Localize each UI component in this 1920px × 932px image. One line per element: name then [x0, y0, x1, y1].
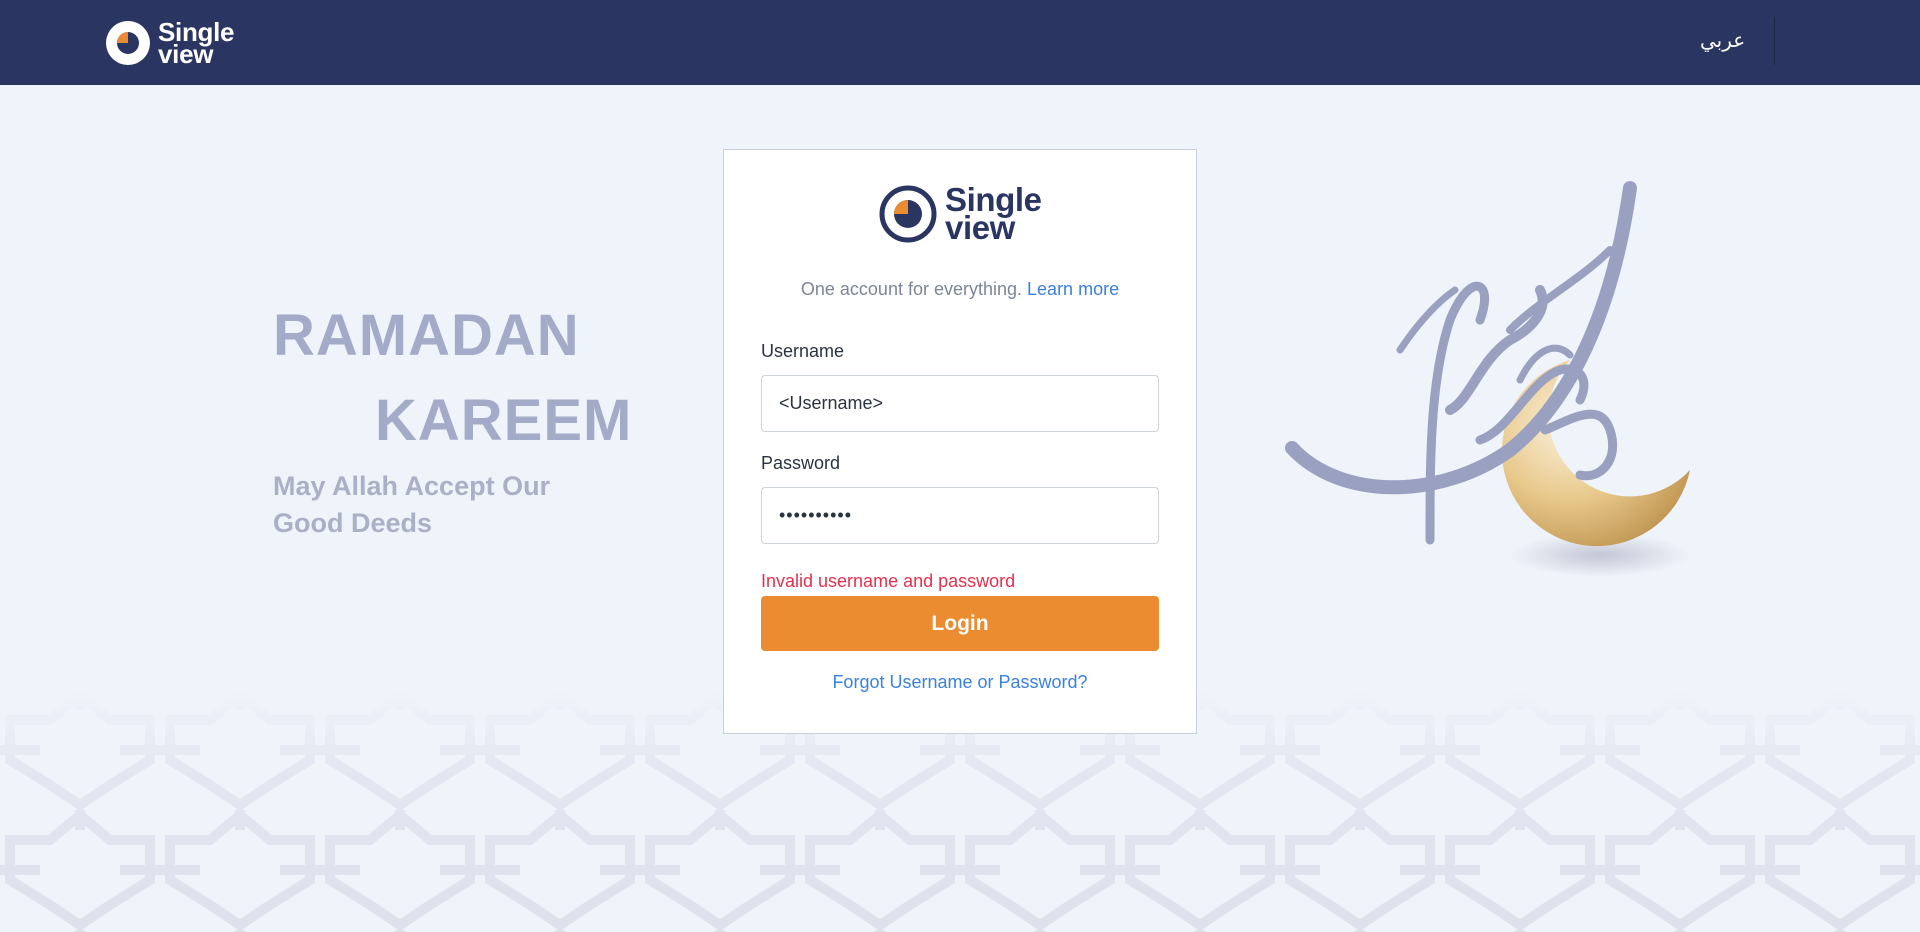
learn-more-link[interactable]: Learn more [1027, 279, 1119, 299]
single-view-logo-icon [106, 21, 150, 65]
username-label: Username [761, 341, 845, 361]
card-logo-text: Single view [945, 183, 1042, 246]
top-header: Single view عربي [0, 0, 1920, 85]
login-page: Single view عربي RAMADAN KAREEM May Alla… [0, 0, 1920, 932]
card-logo-line2: view [945, 209, 1015, 246]
password-input[interactable] [761, 487, 1159, 544]
greeting-title-line1: RAMADAN [273, 303, 580, 368]
header-divider [1774, 17, 1775, 65]
header-logo-text: Single view [158, 19, 235, 67]
login-button[interactable]: Login [761, 596, 1159, 651]
greeting-subtitle: May Allah Accept Our Good Deeds [273, 471, 551, 538]
header-logo[interactable]: Single view [106, 19, 235, 67]
error-message: Invalid username and password [761, 571, 1016, 591]
tagline: One account for everything. Learn more [724, 279, 1196, 300]
greeting-title-line2: KAREEM [375, 388, 633, 453]
password-label: Password [761, 453, 841, 473]
ramadan-calligraphy-crescent-art [1285, 181, 1690, 577]
username-input[interactable] [761, 375, 1159, 432]
tagline-text: One account for everything. [800, 279, 1023, 299]
single-view-logo-icon [879, 185, 937, 243]
card-logo: Single view [879, 183, 1042, 246]
forgot-credentials-link[interactable]: Forgot Username or Password? [724, 672, 1196, 693]
login-card: Single view One account for everything. … [723, 149, 1197, 734]
language-switch-link[interactable]: عربي [1700, 28, 1745, 53]
